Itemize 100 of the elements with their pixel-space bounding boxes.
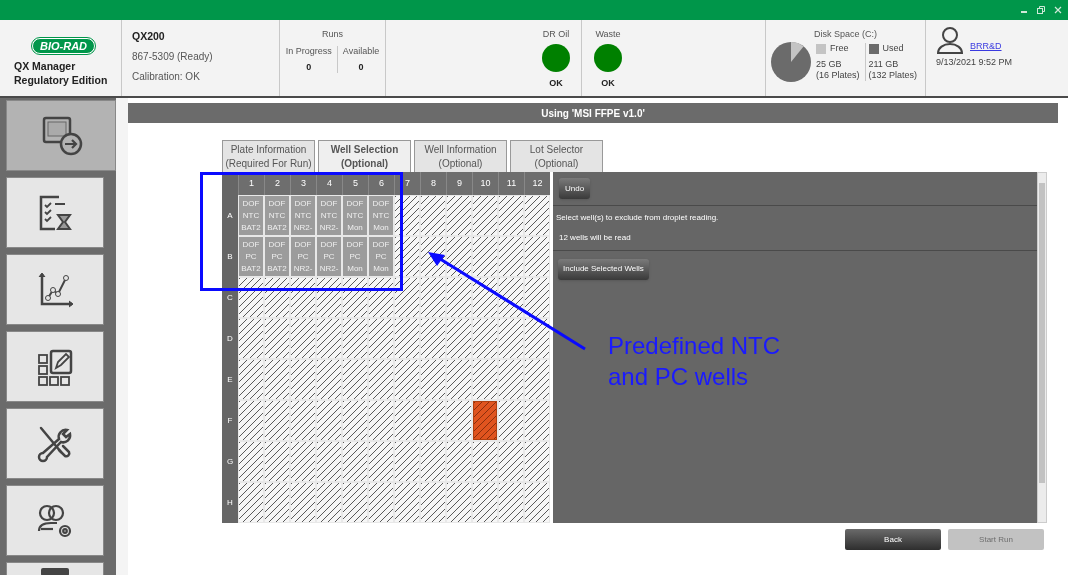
well[interactable]	[447, 360, 471, 399]
well[interactable]	[447, 442, 471, 481]
well[interactable]	[421, 401, 445, 440]
well[interactable]	[499, 278, 523, 317]
well[interactable]	[421, 483, 445, 522]
tab[interactable]: Plate Information (Required For Run)	[222, 140, 315, 172]
well[interactable]	[369, 401, 393, 440]
well[interactable]	[291, 483, 315, 522]
user-link[interactable]: BRR&D	[970, 41, 1002, 52]
nav-tile[interactable]	[6, 100, 116, 171]
well[interactable]	[525, 196, 549, 235]
nav-tile[interactable]	[6, 331, 104, 402]
well[interactable]	[265, 278, 289, 317]
well[interactable]	[499, 319, 523, 358]
well[interactable]	[265, 401, 289, 440]
assigned-well[interactable]: DOF PC BAT2	[239, 237, 263, 276]
well[interactable]	[343, 319, 367, 358]
well[interactable]	[343, 360, 367, 399]
well[interactable]	[499, 401, 523, 440]
well[interactable]	[265, 483, 289, 522]
well[interactable]	[317, 278, 341, 317]
well[interactable]	[473, 483, 497, 522]
well[interactable]	[525, 319, 549, 358]
well[interactable]	[447, 319, 471, 358]
well[interactable]	[447, 278, 471, 317]
well[interactable]	[395, 196, 419, 235]
well[interactable]	[239, 401, 263, 440]
well[interactable]	[447, 483, 471, 522]
well[interactable]	[343, 483, 367, 522]
undo-button[interactable]: Undo	[559, 178, 591, 199]
well[interactable]	[525, 360, 549, 399]
assigned-well[interactable]: DOF NTC Mon	[369, 196, 393, 235]
well[interactable]	[473, 319, 497, 358]
well[interactable]	[317, 401, 341, 440]
well[interactable]	[291, 278, 315, 317]
well[interactable]	[395, 401, 419, 440]
assigned-well[interactable]: DOF NTC NR2-	[291, 196, 315, 235]
well[interactable]	[317, 442, 341, 481]
well[interactable]	[447, 196, 471, 235]
nav-tile[interactable]	[6, 408, 104, 479]
well[interactable]	[239, 278, 263, 317]
assigned-well[interactable]: DOF NTC BAT2	[265, 196, 289, 235]
well[interactable]	[395, 483, 419, 522]
assigned-well[interactable]: DOF NTC NR2-	[317, 196, 341, 235]
well[interactable]	[421, 360, 445, 399]
nav-tile[interactable]	[6, 485, 104, 556]
assigned-well[interactable]: DOF PC BAT2	[265, 237, 289, 276]
well[interactable]	[525, 442, 549, 481]
include-wells-button[interactable]: Include Selected Wells	[558, 258, 649, 280]
well[interactable]	[239, 319, 263, 358]
well[interactable]	[239, 360, 263, 399]
well[interactable]	[369, 360, 393, 399]
nav-tile[interactable]	[6, 254, 104, 325]
assigned-well[interactable]: DOF NTC BAT2	[239, 196, 263, 235]
well[interactable]	[343, 401, 367, 440]
well[interactable]	[421, 196, 445, 235]
well[interactable]	[421, 319, 445, 358]
well[interactable]	[369, 319, 393, 358]
tab[interactable]: Lot Selector (Optional)	[510, 140, 603, 172]
well[interactable]	[291, 442, 315, 481]
assigned-well[interactable]: DOF PC NR2-	[291, 237, 315, 276]
well[interactable]	[499, 442, 523, 481]
well[interactable]	[317, 483, 341, 522]
well[interactable]	[499, 360, 523, 399]
assigned-well[interactable]: DOF PC NR2-	[317, 237, 341, 276]
well[interactable]	[525, 483, 549, 522]
well[interactable]	[343, 442, 367, 481]
well[interactable]	[421, 442, 445, 481]
well[interactable]	[265, 319, 289, 358]
well[interactable]	[291, 360, 315, 399]
tab[interactable]: Well Selection (Optional)	[318, 140, 411, 172]
well[interactable]	[473, 442, 497, 481]
well[interactable]	[473, 360, 497, 399]
well[interactable]	[473, 196, 497, 235]
assigned-well[interactable]: DOF PC Mon	[343, 237, 367, 276]
nav-tile[interactable]	[6, 177, 104, 248]
well[interactable]	[525, 237, 549, 276]
nav-tile[interactable]	[6, 562, 104, 575]
well[interactable]	[473, 278, 497, 317]
well[interactable]	[317, 360, 341, 399]
back-button[interactable]: Back	[845, 529, 941, 550]
well[interactable]	[499, 483, 523, 522]
well[interactable]	[369, 442, 393, 481]
well[interactable]	[291, 319, 315, 358]
well[interactable]	[395, 237, 419, 276]
well[interactable]	[421, 278, 445, 317]
well[interactable]	[265, 360, 289, 399]
well[interactable]	[447, 237, 471, 276]
well[interactable]	[525, 401, 549, 440]
well[interactable]	[291, 401, 315, 440]
well[interactable]	[369, 278, 393, 317]
well[interactable]	[499, 196, 523, 235]
well[interactable]	[395, 360, 419, 399]
assigned-well[interactable]: DOF NTC Mon	[343, 196, 367, 235]
tab[interactable]: Well Information (Optional)	[414, 140, 507, 172]
well[interactable]	[395, 278, 419, 317]
well[interactable]	[499, 237, 523, 276]
well[interactable]	[395, 442, 419, 481]
well[interactable]	[525, 278, 549, 317]
well[interactable]	[447, 401, 471, 440]
